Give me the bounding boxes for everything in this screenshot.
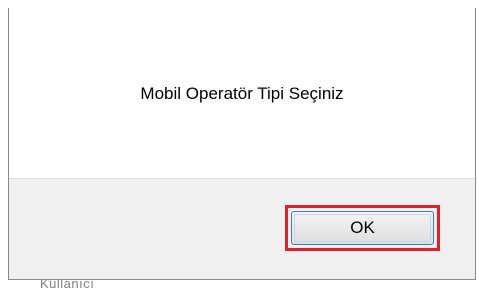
dialog-button-bar: OK (9, 178, 475, 279)
ok-button[interactable]: OK (291, 211, 434, 245)
dialog-message: Mobil Operatör Tipi Seçiniz (140, 84, 344, 103)
ok-button-highlight: OK (285, 205, 440, 251)
message-dialog: Mobil Operatör Tipi Seçiniz OK (8, 8, 476, 280)
